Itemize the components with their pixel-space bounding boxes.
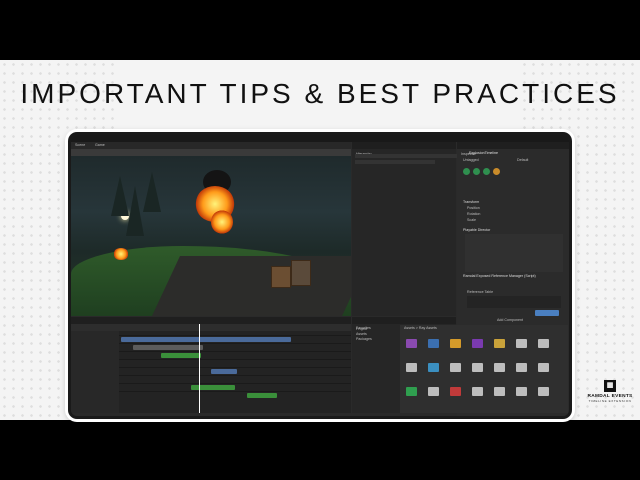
- rotation-label: Rotation: [467, 212, 481, 216]
- reference-table: [467, 296, 561, 308]
- object-name[interactable]: ExplosionTimeline: [469, 151, 498, 156]
- hierarchy-tab-bar: Hierarchy: [352, 142, 456, 156]
- timeline-tab-bar: Timeline: [71, 317, 351, 331]
- add-component-button[interactable]: Add Component: [497, 318, 523, 323]
- timeline-panel: Timeline: [71, 317, 351, 413]
- tab-scene[interactable]: Scene: [75, 143, 85, 148]
- brand-logo: ▦ RAMDAL EVENTS TIMELINE EXTENSION: [580, 380, 640, 420]
- editor-toolbar: [71, 135, 569, 142]
- folder-icon[interactable]: [472, 363, 483, 372]
- hierarchy-panel: Hierarchy: [352, 142, 459, 316]
- folder-icon[interactable]: [428, 363, 439, 372]
- status-icon[interactable]: [473, 168, 480, 175]
- playable-director-header[interactable]: Playable Director: [463, 228, 490, 233]
- brand-subtitle: TIMELINE EXTENSION: [588, 399, 632, 403]
- track-headers: [71, 331, 119, 413]
- packages-item[interactable]: Packages: [356, 337, 372, 342]
- tree: [126, 186, 144, 236]
- folder-icon[interactable]: [450, 339, 461, 348]
- folder-icon[interactable]: [406, 339, 417, 348]
- barrel: [291, 260, 311, 286]
- tag-field[interactable]: Untagged: [463, 158, 479, 163]
- scene-toolbar: [71, 149, 351, 156]
- explosion-fire: [211, 210, 233, 234]
- timeline-clip[interactable]: [121, 337, 291, 342]
- layer-field[interactable]: Default: [517, 158, 528, 163]
- folder-icon[interactable]: [406, 387, 417, 396]
- folder-icon[interactable]: [450, 363, 461, 372]
- scene-tab-bar: Scene Game: [71, 142, 351, 149]
- timeline-ruler[interactable]: [71, 324, 351, 331]
- film-icon: ▦: [604, 380, 616, 392]
- folder-icon[interactable]: [538, 363, 549, 372]
- tab-game[interactable]: Game: [95, 143, 105, 148]
- add-button[interactable]: [535, 310, 559, 316]
- inspector-tab-bar: Inspector: [457, 142, 569, 156]
- timeline-clip[interactable]: [161, 353, 201, 358]
- crate: [271, 266, 291, 288]
- timeline-clip[interactable]: [133, 345, 203, 350]
- folder-icon[interactable]: [472, 387, 483, 396]
- icon-row: [463, 168, 563, 176]
- folder-icon[interactable]: [428, 387, 439, 396]
- hierarchy-row[interactable]: [355, 154, 459, 158]
- manager-header[interactable]: Ramdal Exposed Reference Manager (Script…: [463, 274, 536, 279]
- project-tab-bar: Project: [352, 317, 456, 331]
- folder-icon[interactable]: [538, 339, 549, 348]
- reference-table-label: Reference Table: [467, 290, 494, 294]
- folder-icon[interactable]: [472, 339, 483, 348]
- folder-icon[interactable]: [538, 387, 549, 396]
- folder-icon[interactable]: [406, 363, 417, 372]
- road: [152, 256, 351, 316]
- status-icon[interactable]: [463, 168, 470, 175]
- position-label: Position: [467, 206, 480, 210]
- folder-icon[interactable]: [516, 363, 527, 372]
- favorites-item[interactable]: Favorites: [356, 326, 371, 331]
- folder-icon[interactable]: [428, 339, 439, 348]
- tablet-frame: Scene Game Hierarchy: [68, 132, 572, 419]
- director-fields: [465, 234, 563, 272]
- scale-label: Scale: [467, 218, 476, 222]
- folder-icon[interactable]: [516, 387, 527, 396]
- folder-icon[interactable]: [516, 339, 527, 348]
- playhead[interactable]: [199, 324, 200, 413]
- transform-header[interactable]: Transform: [463, 200, 479, 205]
- slide-heading: IMPORTANT TIPS & BEST PRACTICES: [20, 78, 620, 109]
- asset-grid: Assets > Ray Assets: [400, 325, 568, 413]
- scene-viewport[interactable]: [71, 156, 351, 316]
- folder-icon[interactable]: [494, 339, 505, 348]
- breadcrumb[interactable]: Assets > Ray Assets: [404, 326, 437, 331]
- tree: [143, 172, 161, 212]
- status-icon[interactable]: [483, 168, 490, 175]
- campfire: [113, 248, 129, 260]
- timeline-clip[interactable]: [211, 369, 237, 374]
- status-icon[interactable]: [493, 168, 500, 175]
- hierarchy-row[interactable]: [355, 160, 435, 164]
- timeline-clip[interactable]: [191, 385, 235, 390]
- folder-icon[interactable]: [494, 387, 505, 396]
- folder-icon[interactable]: [494, 363, 505, 372]
- unity-editor-screenshot: Scene Game Hierarchy: [71, 135, 569, 416]
- folder-icon[interactable]: [450, 387, 461, 396]
- timeline-clip[interactable]: [247, 393, 277, 398]
